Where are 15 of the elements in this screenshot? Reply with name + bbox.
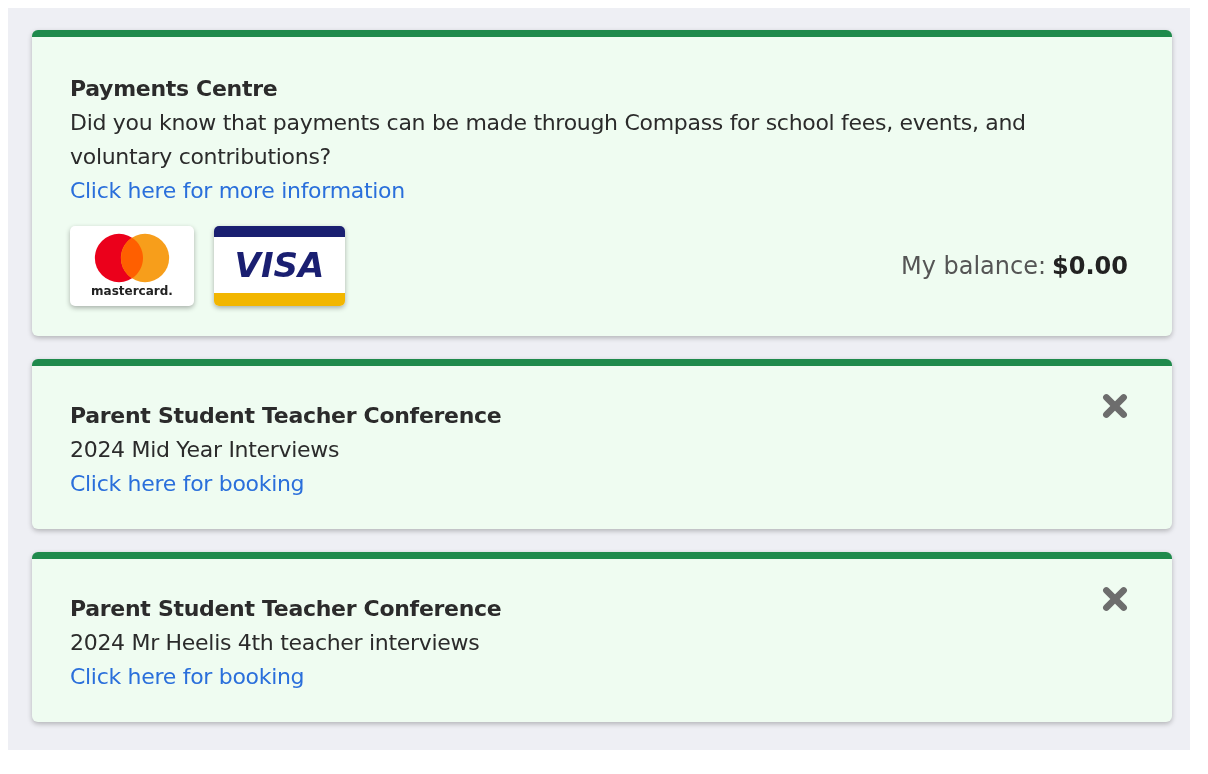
visa-logo: VISA	[214, 226, 345, 306]
card-title: Payments Centre	[70, 75, 278, 103]
info-link[interactable]: Click here for booking	[70, 664, 305, 689]
close-icon[interactable]	[1102, 393, 1128, 419]
info-link[interactable]: Click here for more information	[70, 178, 405, 203]
card-text: Did you know that payments can be made through Compass for school fees, events, and voluntary contributions?	[70, 109, 1027, 171]
balance-value: $0.00	[1052, 252, 1128, 280]
balance-label: My balance:	[900, 252, 1047, 280]
card-title: Parent Student Teacher Conference	[70, 402, 502, 430]
close-icon[interactable]	[1102, 586, 1128, 612]
card-title: Parent Student Teacher Conference	[70, 595, 502, 623]
mastercard-logo: mastercard.	[70, 226, 194, 306]
info-link[interactable]: Click here for booking	[70, 471, 305, 496]
card-text: 2024 Mr Heelis 4th teacher interviews	[70, 629, 481, 657]
card-text: 2024 Mid Year Interviews	[70, 436, 341, 464]
